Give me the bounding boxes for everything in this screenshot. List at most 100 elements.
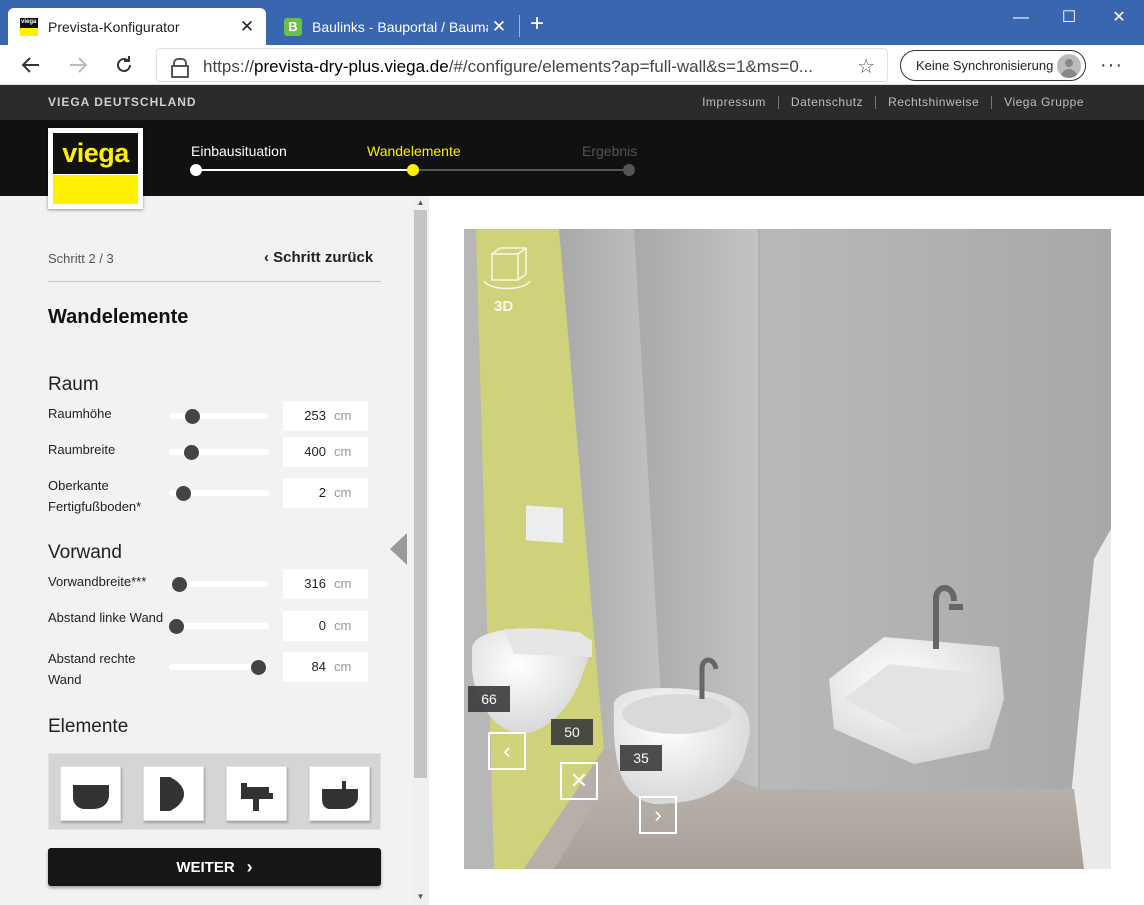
- abstand-links-slider[interactable]: [169, 623, 269, 629]
- add-urinal-button[interactable]: [143, 766, 204, 821]
- sync-button[interactable]: Keine Synchronisierung: [900, 50, 1086, 81]
- section-raum: Raum: [48, 374, 99, 395]
- tab-title: Prevista-Konfigurator: [48, 18, 180, 35]
- link-datenschutz[interactable]: Datenschutz: [777, 96, 875, 109]
- 3d-mode-label[interactable]: 3D: [494, 298, 513, 315]
- section-vorwand: Vorwand: [48, 542, 122, 563]
- sync-label: Keine Synchronisierung: [916, 58, 1054, 73]
- favorite-star-icon[interactable]: ☆: [857, 54, 875, 79]
- viega-logo-overlay: viega: [48, 128, 143, 209]
- app-window: { "browser": { "tabs": [ {"title": "Prev…: [0, 0, 1144, 905]
- slider-knob[interactable]: [251, 660, 266, 675]
- scroll-up-icon[interactable]: ▲: [412, 198, 429, 207]
- chevron-right-icon: ›: [246, 856, 253, 877]
- param-label: Abstand linke Wand: [48, 610, 164, 625]
- add-bidet-button[interactable]: [309, 766, 370, 821]
- 3d-viewer[interactable]: 3D 66 50 35 ‹ ✕ ›: [464, 229, 1111, 869]
- link-rechtshinweise[interactable]: Rechtshinweise: [875, 96, 991, 109]
- site-top-bar: VIEGA DEUTSCHLAND Impressum Datenschutz …: [0, 85, 1144, 120]
- scroll-down-icon[interactable]: ▼: [412, 892, 429, 901]
- step-dot-done: [190, 164, 202, 176]
- urinal-icon: [160, 777, 184, 811]
- slider-knob[interactable]: [169, 619, 184, 634]
- tab-prevista[interactable]: Prevista-Konfigurator ✕: [8, 8, 266, 45]
- slider-knob[interactable]: [184, 445, 199, 460]
- next-button[interactable]: WEITER ›: [48, 848, 381, 886]
- param-label: Oberkante Fertigfußboden*: [48, 478, 142, 514]
- next-label: WEITER: [176, 858, 235, 876]
- tab-title: Baulinks - Bauportal / Baumagazin: [312, 18, 488, 35]
- step-progress-line: [196, 169, 413, 171]
- browser-tab-bar: Prevista-Konfigurator ✕ B Baulinks - Bau…: [0, 0, 1144, 45]
- url-text: https://prevista-dry-plus.viega.de/#/con…: [203, 57, 813, 76]
- move-left-button[interactable]: ‹: [488, 732, 526, 770]
- bidet-icon: [322, 781, 358, 809]
- close-tab-icon[interactable]: ✕: [488, 17, 510, 37]
- abstand-rechts-input[interactable]: 84 cm: [283, 652, 368, 682]
- scrollbar-thumb[interactable]: [414, 210, 427, 778]
- collapse-panel-icon[interactable]: [390, 533, 407, 565]
- oberkante-input[interactable]: 2 cm: [283, 478, 368, 508]
- param-label: Raumhöhe: [48, 406, 112, 421]
- more-menu-icon[interactable]: ···: [1100, 54, 1123, 77]
- step-remaining-line: [413, 169, 629, 171]
- brand-label: VIEGA DEUTSCHLAND: [48, 95, 197, 109]
- measure-badge-66: 66: [468, 686, 510, 712]
- profile-avatar-icon: [1057, 54, 1081, 78]
- step-dot-active: [407, 164, 419, 176]
- panel-title: Wandelemente: [48, 306, 189, 328]
- step-einbausituation[interactable]: Einbausituation: [191, 143, 287, 159]
- wc-icon: [73, 785, 109, 809]
- vorwandbreite-input[interactable]: 316 cm: [283, 569, 368, 599]
- param-label: Abstand rechte Wand: [48, 651, 136, 687]
- top-links: Impressum Datenschutz Rechtshinweise Vie…: [690, 96, 1096, 109]
- step-dot-pending: [623, 164, 635, 176]
- chevron-left-icon: ‹: [264, 249, 274, 266]
- site-header: Einbausituation Wandelemente Ergebnis: [0, 120, 1144, 196]
- raumhoehe-input[interactable]: 253 cm: [283, 401, 368, 431]
- tab-baulinks[interactable]: B Baulinks - Bauportal / Baumagazin ✕: [272, 8, 518, 45]
- minimize-icon[interactable]: —: [998, 4, 1044, 32]
- add-washbasin-button[interactable]: [226, 766, 287, 821]
- step-wandelemente[interactable]: Wandelemente: [367, 143, 461, 159]
- tab-divider: [519, 15, 520, 37]
- logo-text: viega: [53, 133, 138, 174]
- reload-icon[interactable]: [108, 51, 140, 79]
- close-tab-icon[interactable]: ✕: [236, 17, 258, 37]
- forward-arrow-icon[interactable]: [62, 51, 94, 79]
- slider-knob[interactable]: [172, 577, 187, 592]
- slider-knob[interactable]: [185, 409, 200, 424]
- washbasin-icon: [241, 783, 273, 811]
- abstand-links-input[interactable]: 0 cm: [283, 611, 368, 641]
- raumbreite-input[interactable]: 400 cm: [283, 437, 368, 467]
- maximize-icon[interactable]: ☐: [1046, 4, 1092, 32]
- raumhoehe-slider[interactable]: [169, 413, 269, 419]
- baulinks-favicon-icon: B: [284, 17, 302, 36]
- move-right-button[interactable]: ›: [639, 796, 677, 834]
- step-ergebnis: Ergebnis: [582, 143, 638, 159]
- add-wc-button[interactable]: [60, 766, 121, 821]
- section-elemente: Elemente: [48, 716, 129, 737]
- link-viega-gruppe[interactable]: Viega Gruppe: [991, 96, 1096, 109]
- logo-yellow-block: [53, 175, 138, 204]
- measure-badge-35: 35: [620, 745, 662, 771]
- url-input[interactable]: https://prevista-dry-plus.viega.de/#/con…: [156, 48, 888, 82]
- back-step-label: Schritt zurück: [273, 249, 374, 266]
- remove-element-button[interactable]: ✕: [560, 762, 598, 800]
- step-counter: Schritt 2 / 3: [48, 251, 114, 266]
- new-tab-icon[interactable]: +: [526, 12, 548, 36]
- element-palette: [48, 753, 381, 830]
- back-arrow-icon[interactable]: [15, 51, 47, 79]
- param-label: Vorwandbreite***: [48, 574, 147, 589]
- lock-icon: [171, 58, 189, 78]
- param-label: Raumbreite: [48, 442, 116, 457]
- panel-divider: [48, 281, 381, 282]
- measure-badge-50: 50: [551, 719, 593, 745]
- back-step-link[interactable]: ‹ Schritt zurück: [264, 249, 373, 266]
- link-impressum[interactable]: Impressum: [690, 96, 778, 109]
- address-bar: https://prevista-dry-plus.viega.de/#/con…: [0, 45, 1144, 85]
- close-window-icon[interactable]: ✕: [1096, 4, 1142, 32]
- panel-scrollbar[interactable]: ▲ ▼: [412, 196, 429, 905]
- viega-favicon-icon: [20, 17, 38, 36]
- slider-knob[interactable]: [176, 486, 191, 501]
